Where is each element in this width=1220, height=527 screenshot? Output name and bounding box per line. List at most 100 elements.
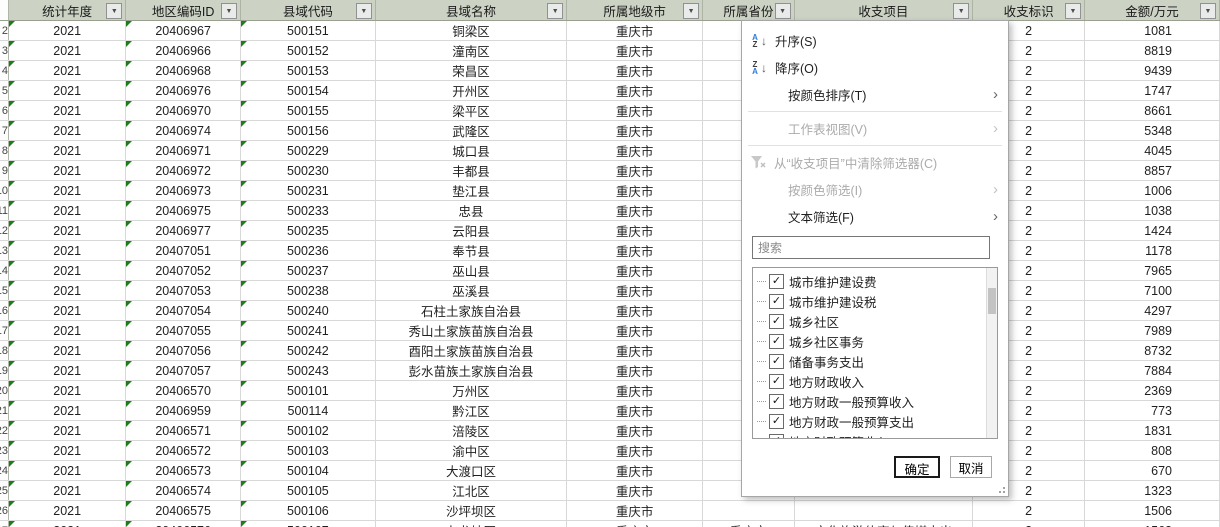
- cell-region-id[interactable]: 20406976: [125, 80, 241, 101]
- cell-county-code[interactable]: 500230: [240, 160, 376, 181]
- cell-region-id[interactable]: 20406574: [125, 480, 241, 501]
- cell-county-code[interactable]: 500114: [240, 400, 376, 421]
- cancel-button[interactable]: 取消: [950, 456, 992, 478]
- row-number[interactable]: 21: [0, 400, 9, 421]
- column-header-county-name[interactable]: 县域名称 ▼: [375, 0, 568, 21]
- filter-button-item[interactable]: ▼: [953, 3, 970, 19]
- cell-amount[interactable]: 7989: [1084, 320, 1220, 341]
- cell-year[interactable]: 2021: [8, 500, 127, 521]
- checkbox-icon[interactable]: ✓: [769, 353, 784, 369]
- cell-county-name[interactable]: 云阳县: [375, 220, 568, 241]
- cell-year[interactable]: 2021: [8, 100, 127, 121]
- list-scrollbar[interactable]: [986, 268, 997, 438]
- cell-county-code[interactable]: 500236: [240, 240, 376, 261]
- cell-county-code[interactable]: 500101: [240, 380, 376, 401]
- row-number[interactable]: 16: [0, 300, 9, 321]
- cell-region-id[interactable]: 20407056: [125, 340, 241, 361]
- menu-item-sort-ascending[interactable]: A Z ↓ 升序(S): [742, 27, 1008, 54]
- cell-amount[interactable]: 9439: [1084, 60, 1220, 81]
- cell-city[interactable]: 重庆市: [566, 220, 704, 241]
- cell-county-code[interactable]: 500154: [240, 80, 376, 101]
- filter-button-region-id[interactable]: ▼: [220, 3, 237, 19]
- cell-county-code[interactable]: 500229: [240, 140, 376, 161]
- cell-year[interactable]: 2021: [8, 520, 127, 527]
- cell-year[interactable]: 2021: [8, 20, 127, 41]
- cell-amount[interactable]: 8857: [1084, 160, 1220, 181]
- filter-button-year[interactable]: ▼: [106, 3, 123, 19]
- filter-button-flag[interactable]: ▼: [1065, 3, 1081, 19]
- cell-county-code[interactable]: 500235: [240, 220, 376, 241]
- filter-button-province[interactable]: ▼: [774, 3, 791, 19]
- cell-year[interactable]: 2021: [8, 40, 127, 61]
- checkbox-icon[interactable]: ✓: [769, 333, 784, 349]
- column-header-province[interactable]: 所属省份 ▼: [702, 0, 795, 21]
- cell-county-name[interactable]: 彭水苗族土家族自治县: [375, 360, 568, 381]
- cell-county-name[interactable]: 武隆区: [375, 120, 568, 141]
- cell-county-name[interactable]: 黔江区: [375, 400, 568, 421]
- cell-year[interactable]: 2021: [8, 440, 127, 461]
- cell-amount[interactable]: 4045: [1084, 140, 1220, 161]
- cell-county-name[interactable]: 大渡口区: [375, 460, 568, 481]
- cell-city[interactable]: 重庆市: [566, 100, 704, 121]
- cell-city[interactable]: 重庆市: [566, 420, 704, 441]
- row-number[interactable]: 8: [0, 140, 9, 161]
- cell-city[interactable]: 重庆市: [566, 180, 704, 201]
- cell-province[interactable]: 重庆市: [702, 520, 795, 527]
- cell-city[interactable]: 重庆市: [566, 440, 704, 461]
- select-all-corner[interactable]: [0, 0, 9, 21]
- cell-county-code[interactable]: 500151: [240, 20, 376, 41]
- cell-region-id[interactable]: 20407054: [125, 300, 241, 321]
- cell-year[interactable]: 2021: [8, 80, 127, 101]
- cell-region-id[interactable]: 20406576: [125, 520, 241, 527]
- row-number[interactable]: 18: [0, 340, 9, 361]
- filter-checkbox-item[interactable]: ✓ 城市维护建设税: [757, 291, 997, 311]
- cell-county-code[interactable]: 500107: [240, 520, 376, 527]
- cell-county-name[interactable]: 铜梁区: [375, 20, 568, 41]
- cell-county-name[interactable]: 江北区: [375, 480, 568, 501]
- cell-city[interactable]: 重庆市: [566, 360, 704, 381]
- menu-item-text-filters[interactable]: 文本筛选(F) ›: [742, 203, 1008, 230]
- cell-county-name[interactable]: 梁平区: [375, 100, 568, 121]
- cell-year[interactable]: 2021: [8, 220, 127, 241]
- cell-city[interactable]: 重庆市: [566, 500, 704, 521]
- cell-year[interactable]: 2021: [8, 460, 127, 481]
- cell-amount[interactable]: 7965: [1084, 260, 1220, 281]
- checkbox-icon[interactable]: ✓: [769, 273, 784, 289]
- cell-county-name[interactable]: 巫山县: [375, 260, 568, 281]
- cell-region-id[interactable]: 20407057: [125, 360, 241, 381]
- cell-city[interactable]: 重庆市: [566, 480, 704, 501]
- cell-year[interactable]: 2021: [8, 360, 127, 381]
- filter-button-city[interactable]: ▼: [683, 3, 700, 19]
- cell-city[interactable]: 重庆市: [566, 520, 704, 527]
- row-number[interactable]: 22: [0, 420, 9, 441]
- cell-amount[interactable]: 4297: [1084, 300, 1220, 321]
- cell-county-name[interactable]: 渝中区: [375, 440, 568, 461]
- cell-county-code[interactable]: 500155: [240, 100, 376, 121]
- cell-county-code[interactable]: 500103: [240, 440, 376, 461]
- filter-checkbox-item[interactable]: ✓ 地方财政一般预算支出: [757, 411, 997, 431]
- cell-county-code[interactable]: 500243: [240, 360, 376, 381]
- cell-amount[interactable]: 670: [1084, 460, 1220, 481]
- cell-region-id[interactable]: 20407053: [125, 280, 241, 301]
- cell-amount[interactable]: 808: [1084, 440, 1220, 461]
- cell-county-name[interactable]: 酉阳土家族苗族自治县: [375, 340, 568, 361]
- cell-year[interactable]: 2021: [8, 300, 127, 321]
- row-number[interactable]: 6: [0, 100, 9, 121]
- cell-county-name[interactable]: 奉节县: [375, 240, 568, 261]
- cell-county-code[interactable]: 500156: [240, 120, 376, 141]
- filter-search-input[interactable]: [752, 236, 990, 259]
- cell-year[interactable]: 2021: [8, 340, 127, 361]
- cell-county-code[interactable]: 500105: [240, 480, 376, 501]
- row-number[interactable]: 4: [0, 60, 9, 81]
- column-header-county-code[interactable]: 县域代码 ▼: [240, 0, 376, 21]
- scrollbar-thumb[interactable]: [988, 288, 996, 314]
- checkbox-icon[interactable]: ✓: [769, 373, 784, 389]
- row-number[interactable]: 26: [0, 500, 9, 521]
- checkbox-icon[interactable]: ✓: [769, 293, 784, 309]
- cell-region-id[interactable]: 20406977: [125, 220, 241, 241]
- row-number[interactable]: 15: [0, 280, 9, 301]
- column-header-city[interactable]: 所属地级市 ▼: [566, 0, 704, 21]
- resize-grip[interactable]: [998, 486, 1006, 494]
- cell-amount[interactable]: 1038: [1084, 200, 1220, 221]
- cell-region-id[interactable]: 20406975: [125, 200, 241, 221]
